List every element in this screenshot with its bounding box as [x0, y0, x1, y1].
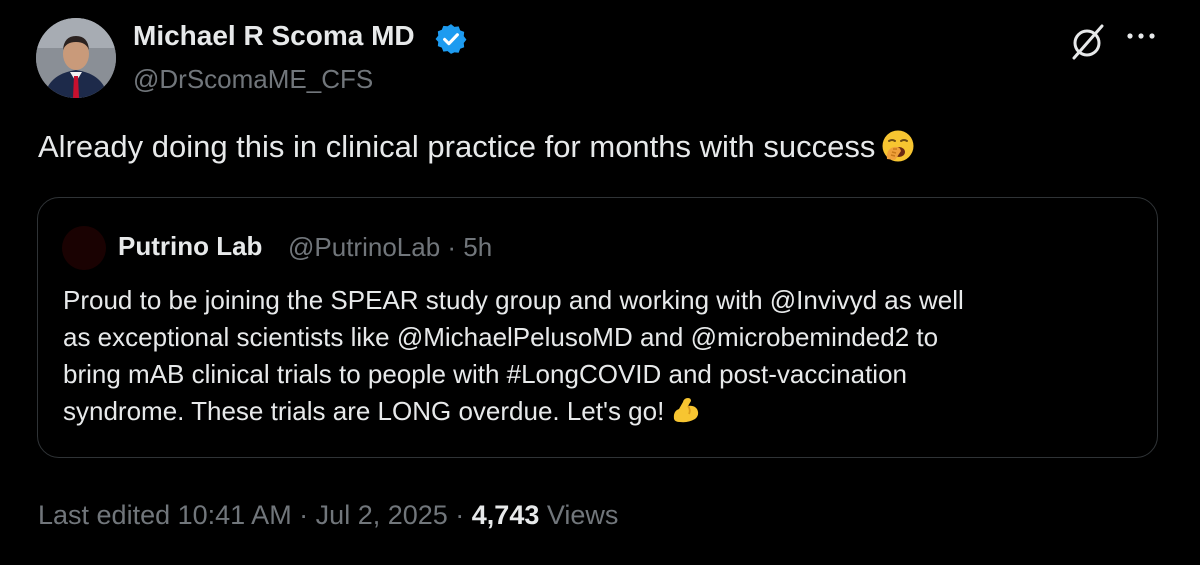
edited-timestamp[interactable]: Last edited 10:41 AM · Jul 2, 2025 ·	[38, 500, 472, 530]
quoted-post-card[interactable]: Putrino Lab @PutrinoLab · 5h Proud to be…	[37, 197, 1158, 458]
quoted-text-line: bring mAB clinical trials to people with…	[63, 359, 907, 389]
yawning-face-emoji	[882, 130, 914, 162]
quoted-author-avatar[interactable]	[62, 226, 106, 270]
author-avatar[interactable]	[36, 18, 116, 98]
author-name[interactable]: Michael R Scoma MD	[133, 20, 415, 52]
quoted-text-line-last: syndrome. These trials are LONG overdue.…	[63, 393, 1143, 430]
quoted-author-handle-time[interactable]: @PutrinoLab · 5h	[288, 232, 492, 263]
views-label: Views	[546, 500, 619, 530]
post-text-content: Already doing this in clinical practice …	[38, 129, 876, 164]
quoted-author-name[interactable]: Putrino Lab	[118, 231, 262, 262]
post-metadata: Last edited 10:41 AM · Jul 2, 2025 · 4,7…	[38, 500, 618, 531]
quoted-text-line: as exceptional scientists like @MichaelP…	[63, 322, 939, 352]
quoted-post-text: Proud to be joining the SPEAR study grou…	[63, 282, 1143, 430]
grok-icon[interactable]	[1066, 20, 1110, 64]
post-text: Already doing this in clinical practice …	[38, 129, 915, 165]
author-handle[interactable]: @DrScomaME_CFS	[133, 64, 373, 95]
more-options-icon[interactable]	[1124, 26, 1158, 46]
views-count[interactable]: 4,743	[472, 500, 540, 530]
verified-badge-icon[interactable]	[434, 22, 468, 56]
quoted-text-line: syndrome. These trials are LONG overdue.…	[63, 396, 665, 426]
flexed-biceps-emoji	[674, 398, 699, 423]
quoted-text-line: Proud to be joining the SPEAR study grou…	[63, 285, 964, 315]
